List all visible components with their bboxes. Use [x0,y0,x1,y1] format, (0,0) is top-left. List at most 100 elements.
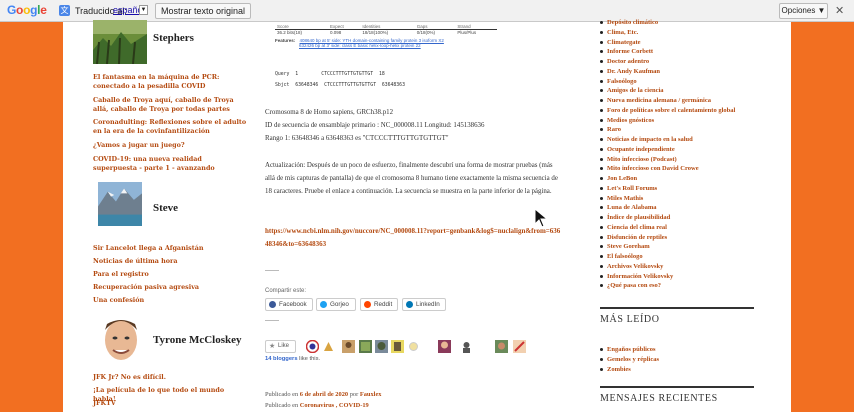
author-name[interactable]: Stephers [153,32,194,44]
translate-bar: Google 文 Traducido al: español ▼ Mostrar… [0,0,854,22]
recent-posts-heading: MENSAJES RECIENTES [600,393,718,404]
show-original-button[interactable]: Mostrar texto original [155,3,252,19]
reddit-icon [364,301,371,308]
liker-avatar[interactable] [359,340,372,353]
close-icon[interactable]: ✕ [835,4,844,17]
liker-avatar[interactable] [407,340,420,353]
blogroll-link[interactable]: Informe Corbett [600,47,653,56]
sidebar-link[interactable]: Sir Lancelot llega a Afganistán [93,244,248,253]
blast-cell: 0/18(0%) [416,30,436,35]
post-line: Cromosoma 8 de Homo sapiens, GRCh38.p12 [265,109,394,116]
steve-avatar[interactable] [93,182,147,226]
blogroll-link[interactable]: Let's Roll Forums [600,184,657,193]
mouse-cursor-icon [534,208,548,228]
blogroll-link[interactable]: Información Velikovsky [600,272,673,281]
blogroll-link[interactable]: Medios gnósticos [600,116,654,125]
liker-avatar[interactable] [495,340,508,353]
blogroll-link[interactable]: Noticias de impacto en la salud [600,135,693,144]
sidebar-link[interactable]: Para el registro [93,270,248,279]
blast-table: Score Expect Identities Gaps Strand 36.2… [275,24,497,35]
post-author-link[interactable]: Fauxlex [360,391,382,398]
blogroll-link[interactable]: Ocupante independiente [600,145,675,154]
share-reddit-button[interactable]: Reddit [360,298,398,311]
share-facebook-button[interactable]: Facebook [265,298,313,311]
likes-count-link[interactable]: 14 bloggers [265,356,298,362]
meta-prefix: Publicado en [265,402,300,409]
blogroll-link[interactable]: Foro de políticas sobre el calentamiento… [600,106,735,115]
query-line: Query 1 CTCCCTTTGTTGTGTTGT 18 [275,72,385,77]
blogroll-link[interactable]: Clima, Etc. [600,28,638,37]
post-meta-date: Publicado en 6 de abril de 2020 por Faux… [265,391,381,398]
liker-avatar[interactable] [513,340,526,353]
blogroll-link[interactable]: Falsoólogo [600,77,637,86]
sidebar-link[interactable]: JFK Jr? No es difícil. [93,373,248,382]
blogroll-link[interactable]: Jon LeBon [600,174,637,183]
stephers-avatar[interactable] [93,20,147,64]
liker-avatar[interactable] [306,340,319,353]
post-category-links[interactable]: Coronavirus , COVID-19 [300,402,369,409]
blogroll-link[interactable]: Miles Mathis [600,194,643,203]
share-linkedin-button[interactable]: LinkedIn [402,298,446,311]
most-read-link[interactable]: Gemelos y réplicas [600,355,659,364]
share-twitter-button[interactable]: Gorjeo [316,298,356,311]
blogroll-link[interactable]: Steve Goreham [600,242,650,251]
share-button-label: Reddit [374,301,393,308]
blogroll-link[interactable]: Disfunción de reptiles [600,233,667,242]
liker-avatar[interactable] [460,340,473,353]
sidebar-link[interactable]: Recuperación pasiva agresiva [93,283,248,292]
blogroll-link[interactable]: Climategate [600,38,641,47]
feature-link[interactable]: 632426 bp at 3' side: class E basic heli… [299,43,421,48]
blogroll-link[interactable]: Ciencia del clima real [600,223,667,232]
section-divider [600,386,754,388]
most-read-heading: MÁS LEÍDO [600,314,660,325]
sidebar-link[interactable]: ¿Vamos a jugar un juego? [93,141,248,150]
share-label: Compartir este: [265,288,307,294]
blogroll-link[interactable]: Mito infeccioso (Podcast) [600,155,677,164]
author-name[interactable]: Steve [153,202,178,214]
blogroll-link[interactable]: Índice de plausibilidad [600,213,670,222]
sidebar-link[interactable]: COVID-19: una nueva realidad superpuesta… [93,155,248,173]
liker-avatar[interactable] [342,340,355,353]
most-read-link[interactable]: Zombies [600,365,631,374]
sidebar-link[interactable]: Una confesión [93,296,248,305]
liker-avatar[interactable] [375,340,388,353]
author-name[interactable]: Tyrone McCloskey [153,334,242,346]
blogroll-link[interactable]: Luna de Alabama [600,203,657,212]
divider [265,320,279,321]
blast-cell: 0.098 [329,30,342,35]
blast-result: Score Expect Identities Gaps Strand 36.2… [275,24,497,48]
facebook-icon [269,301,276,308]
like-button[interactable]: Like [265,340,296,353]
liker-avatar[interactable] [438,340,451,353]
blogroll-link[interactable]: ¿Qué pasa con eso? [600,281,661,290]
blogroll-link[interactable]: Depósito climático [600,18,658,27]
post-line: Rango 1: 63648346 a 63648363 es "CTCCCTT… [265,135,449,142]
blogroll-link[interactable]: Dr. Andy Kaufman [600,67,660,76]
blast-cell: Plus/Plus [457,30,477,35]
tyrone-avatar[interactable] [99,312,143,364]
sidebar-link[interactable]: Noticias de última hora [93,257,248,266]
sidebar-link[interactable]: Caballo de Troya aquí, caballo de Troya … [93,96,248,114]
blogroll-link[interactable]: Nueva medicina alemana / germánica [600,96,711,105]
sidebar-link[interactable]: Coronadulting: Reflexiones sobre el adul… [93,118,248,136]
sidebar-link[interactable]: JFKTV [93,399,248,408]
blogroll-link[interactable]: El falsoólogo [600,252,643,261]
blogroll-link[interactable]: Archivos Velikovsky [600,262,663,271]
options-button[interactable]: Opciones ▼ [779,3,828,19]
blogroll-link[interactable]: Doctor adentro [600,57,649,66]
blogroll-link[interactable]: Amigos de la ciencia [600,86,664,95]
liker-avatar[interactable] [391,340,404,353]
divider [265,270,279,271]
most-read-link[interactable]: Engaños públicos [600,345,656,354]
blogroll-link[interactable]: Raro [600,125,621,134]
likes-suffix: like this. [297,356,321,362]
likes-count: 14 bloggers like this. [265,356,320,362]
language-dropdown-icon[interactable]: ▼ [139,5,148,15]
section-divider [600,307,754,309]
sidebar-link[interactable]: El fantasma en la máquina de PCR: conect… [93,73,248,91]
ncbi-link[interactable]: https://www.ncbi.nlm.nih.gov/nuccore/NC_… [265,225,563,251]
liker-avatar[interactable] [322,340,335,353]
post-date-link[interactable]: 6 de abril de 2020 [300,391,348,398]
google-logo[interactable]: Google [7,3,47,17]
blogroll-link[interactable]: Mito infeccioso con David Crowe [600,164,699,173]
